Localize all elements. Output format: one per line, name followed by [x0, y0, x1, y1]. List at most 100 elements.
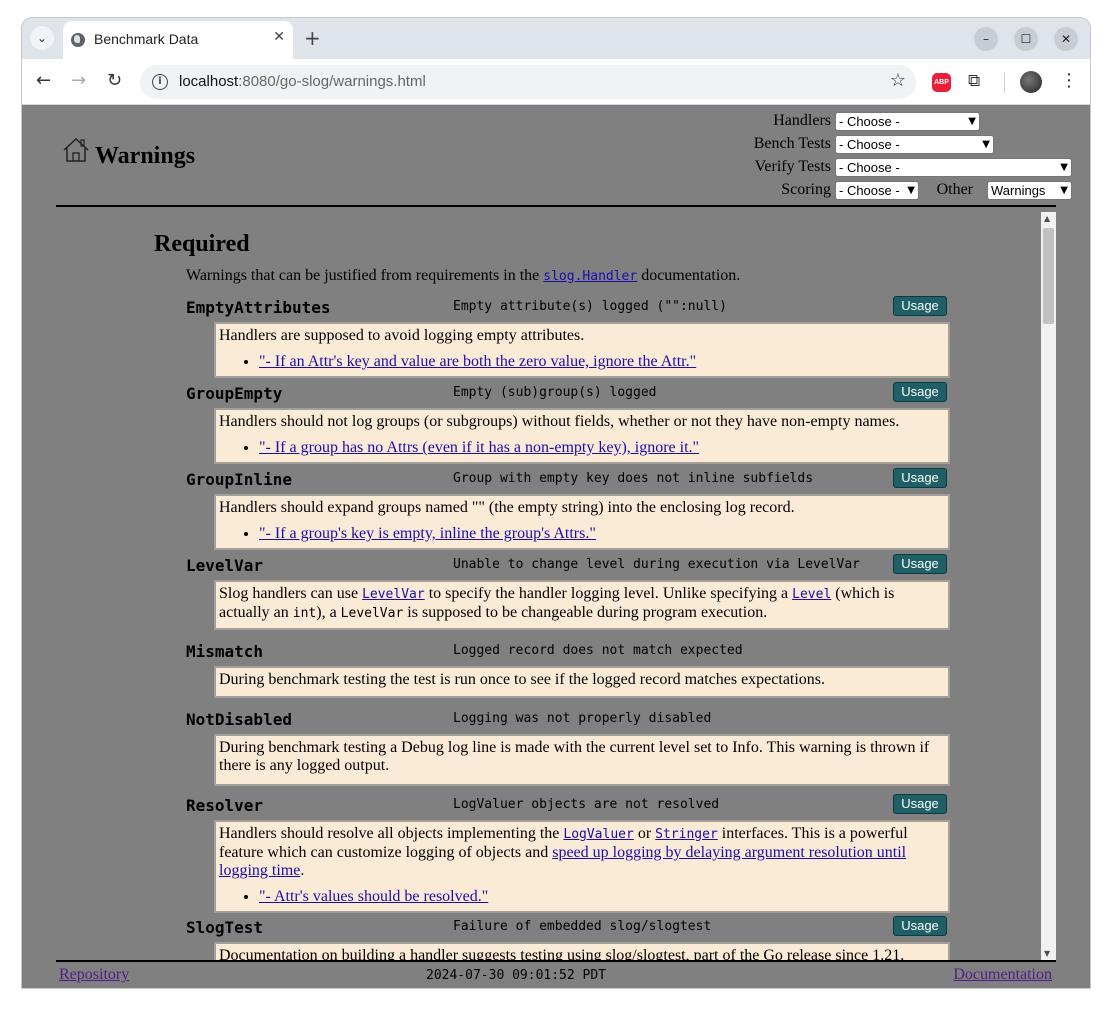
window-close-button[interactable]: ✕: [1054, 27, 1078, 51]
warning-text: During benchmark testing a Debug log lin…: [219, 739, 930, 774]
usage-button[interactable]: Usage: [893, 382, 947, 402]
minimize-button[interactable]: –: [974, 27, 998, 51]
usage-button[interactable]: Usage: [893, 794, 947, 814]
warning-name: Mismatch: [186, 642, 264, 661]
page-title: Warnings: [95, 143, 196, 169]
usage-button[interactable]: Usage: [893, 296, 947, 316]
warning-name: NotDisabled: [186, 710, 292, 729]
quote-list: "- If a group has no Attrs (even if it h…: [259, 439, 945, 457]
warning-description: Slog handlers can use LevelVar to specif…: [214, 580, 950, 630]
main-content: Required Warnings that can be justified …: [56, 212, 1042, 960]
close-icon: ✕: [1060, 32, 1072, 46]
chevron-down-icon: ▼: [1060, 185, 1068, 196]
slog-handler-link[interactable]: slog.Handler: [543, 269, 637, 284]
verify-tests-select-value: - Choose -: [839, 160, 900, 175]
new-tab-button[interactable]: +: [304, 27, 321, 49]
warning-name: LevelVar: [186, 556, 264, 575]
tab-search-button[interactable]: ⌄: [30, 26, 54, 50]
timestamp: 2024-07-30 09:01:52 PDT: [426, 968, 607, 983]
bench-tests-select[interactable]: - Choose - ▼: [835, 135, 994, 154]
browser-window: ⌄ Benchmark Data ✕ + – ☐ ✕ ← → ↻ i local…: [22, 18, 1090, 988]
list-item: "- If a group's key is empty, inline the…: [259, 525, 945, 543]
forward-button[interactable]: →: [71, 70, 86, 92]
extensions-puzzle-icon[interactable]: ⧉: [968, 71, 980, 91]
url-text[interactable]: localhost:8080/go-slog/warnings.html: [179, 73, 426, 90]
bench-tests-label: Bench Tests: [753, 135, 831, 152]
warning-text: Handlers should not log groups (or subgr…: [219, 413, 900, 430]
page-header: Warnings Handlers - Choose - ▼ Bench Test…: [56, 105, 1072, 207]
warning-text: or: [633, 825, 656, 842]
url-path: :8080/go-slog/warnings.html: [238, 73, 426, 90]
handlers-select-value: - Choose -: [839, 114, 900, 129]
content-scrollbar[interactable]: ▲ ▼: [1041, 212, 1056, 960]
level-link[interactable]: Level: [792, 587, 831, 602]
warning-summary: Empty (sub)group(s) logged: [453, 385, 657, 400]
warning-name: SlogTest: [186, 918, 264, 937]
warning-text-block: Handlers should resolve all objects impl…: [219, 825, 945, 880]
scoring-select[interactable]: - Choose - ▼: [835, 181, 919, 200]
warning-text: Documentation on building a handler sugg…: [219, 947, 905, 960]
reload-button[interactable]: ↻: [107, 70, 122, 92]
warning-description: Handlers should resolve all objects impl…: [214, 820, 950, 913]
code-levelvar: LevelVar: [340, 606, 404, 621]
adblock-icon[interactable]: ABP: [932, 73, 951, 92]
usage-button[interactable]: Usage: [893, 916, 947, 936]
address-bar[interactable]: i localhost:8080/go-slog/warnings.html ☆: [140, 65, 916, 99]
home-icon[interactable]: [62, 137, 90, 163]
scrollbar-thumb[interactable]: [1043, 228, 1054, 324]
handlers-select[interactable]: - Choose - ▼: [835, 112, 980, 131]
documentation-link[interactable]: Documentation: [953, 966, 1052, 984]
quote-link[interactable]: "- If an Attr's key and value are both t…: [259, 353, 696, 370]
warning-summary: Group with empty key does not inline sub…: [453, 471, 814, 486]
toolbar-divider: [1004, 73, 1005, 93]
warning-text: Handlers should resolve all objects impl…: [219, 825, 564, 842]
verify-tests-label: Verify Tests: [754, 158, 831, 175]
warning-name: GroupInline: [186, 470, 292, 489]
scoring-select-value: - Choose -: [839, 183, 900, 198]
section-title: Required: [154, 231, 250, 257]
chevron-down-icon: ▼: [907, 185, 915, 196]
warning-text: is supposed to be changeable during prog…: [403, 604, 768, 621]
globe-icon: [71, 33, 85, 47]
maximize-button[interactable]: ☐: [1014, 27, 1038, 51]
close-icon[interactable]: ✕: [273, 29, 285, 45]
warning-description: Handlers are supposed to avoid logging e…: [214, 322, 950, 378]
bookmark-star-icon[interactable]: ☆: [890, 70, 906, 91]
list-item: "- Attr's values should be resolved.": [259, 888, 945, 906]
warning-text: .: [300, 862, 305, 879]
logvaluer-link[interactable]: LogValuer: [563, 827, 633, 842]
warning-text: Handlers should expand groups named "" (…: [219, 499, 795, 516]
usage-button[interactable]: Usage: [893, 468, 947, 488]
warning-name: GroupEmpty: [186, 384, 283, 403]
usage-button[interactable]: Usage: [893, 554, 947, 574]
verify-tests-select[interactable]: - Choose - ▼: [835, 158, 1072, 177]
other-select[interactable]: Warnings ▼: [987, 181, 1072, 200]
scroll-up-icon[interactable]: ▲: [1044, 214, 1050, 223]
warning-summary: Unable to change level during execution …: [453, 557, 860, 572]
chevron-down-icon: ▼: [1060, 162, 1068, 173]
browser-menu-icon[interactable]: ⋮: [1060, 70, 1078, 91]
other-select-value: Warnings: [991, 183, 1046, 198]
back-button[interactable]: ←: [36, 70, 51, 92]
code-int: int: [292, 606, 317, 621]
list-item: "- If a group has no Attrs (even if it h…: [259, 439, 945, 457]
tab-active[interactable]: Benchmark Data ✕: [63, 21, 293, 59]
quote-link[interactable]: "- If a group has no Attrs (even if it h…: [259, 439, 699, 456]
tab-title: Benchmark Data: [94, 31, 199, 47]
quote-link[interactable]: "- Attr's values should be resolved.": [259, 888, 488, 905]
quote-list: "- If an Attr's key and value are both t…: [259, 353, 945, 371]
warning-summary: Empty attribute(s) logged ("":null): [453, 299, 727, 314]
warning-text: Slog handlers can use: [219, 585, 363, 602]
repository-link[interactable]: Repository: [59, 966, 129, 984]
info-icon[interactable]: i: [152, 74, 168, 90]
handlers-label: Handlers: [773, 112, 831, 129]
warning-text: to specify the handler logging level. Un…: [424, 585, 793, 602]
quote-link[interactable]: "- If a group's key is empty, inline the…: [259, 525, 596, 542]
maximize-icon: ☐: [1020, 32, 1032, 46]
levelvar-link[interactable]: LevelVar: [362, 587, 425, 602]
stringer-link[interactable]: Stringer: [655, 827, 718, 842]
scroll-down-icon[interactable]: ▼: [1044, 949, 1050, 958]
minimize-icon: –: [983, 32, 989, 46]
warning-text: During benchmark testing the test is run…: [219, 671, 826, 688]
profile-avatar[interactable]: [1020, 71, 1042, 93]
